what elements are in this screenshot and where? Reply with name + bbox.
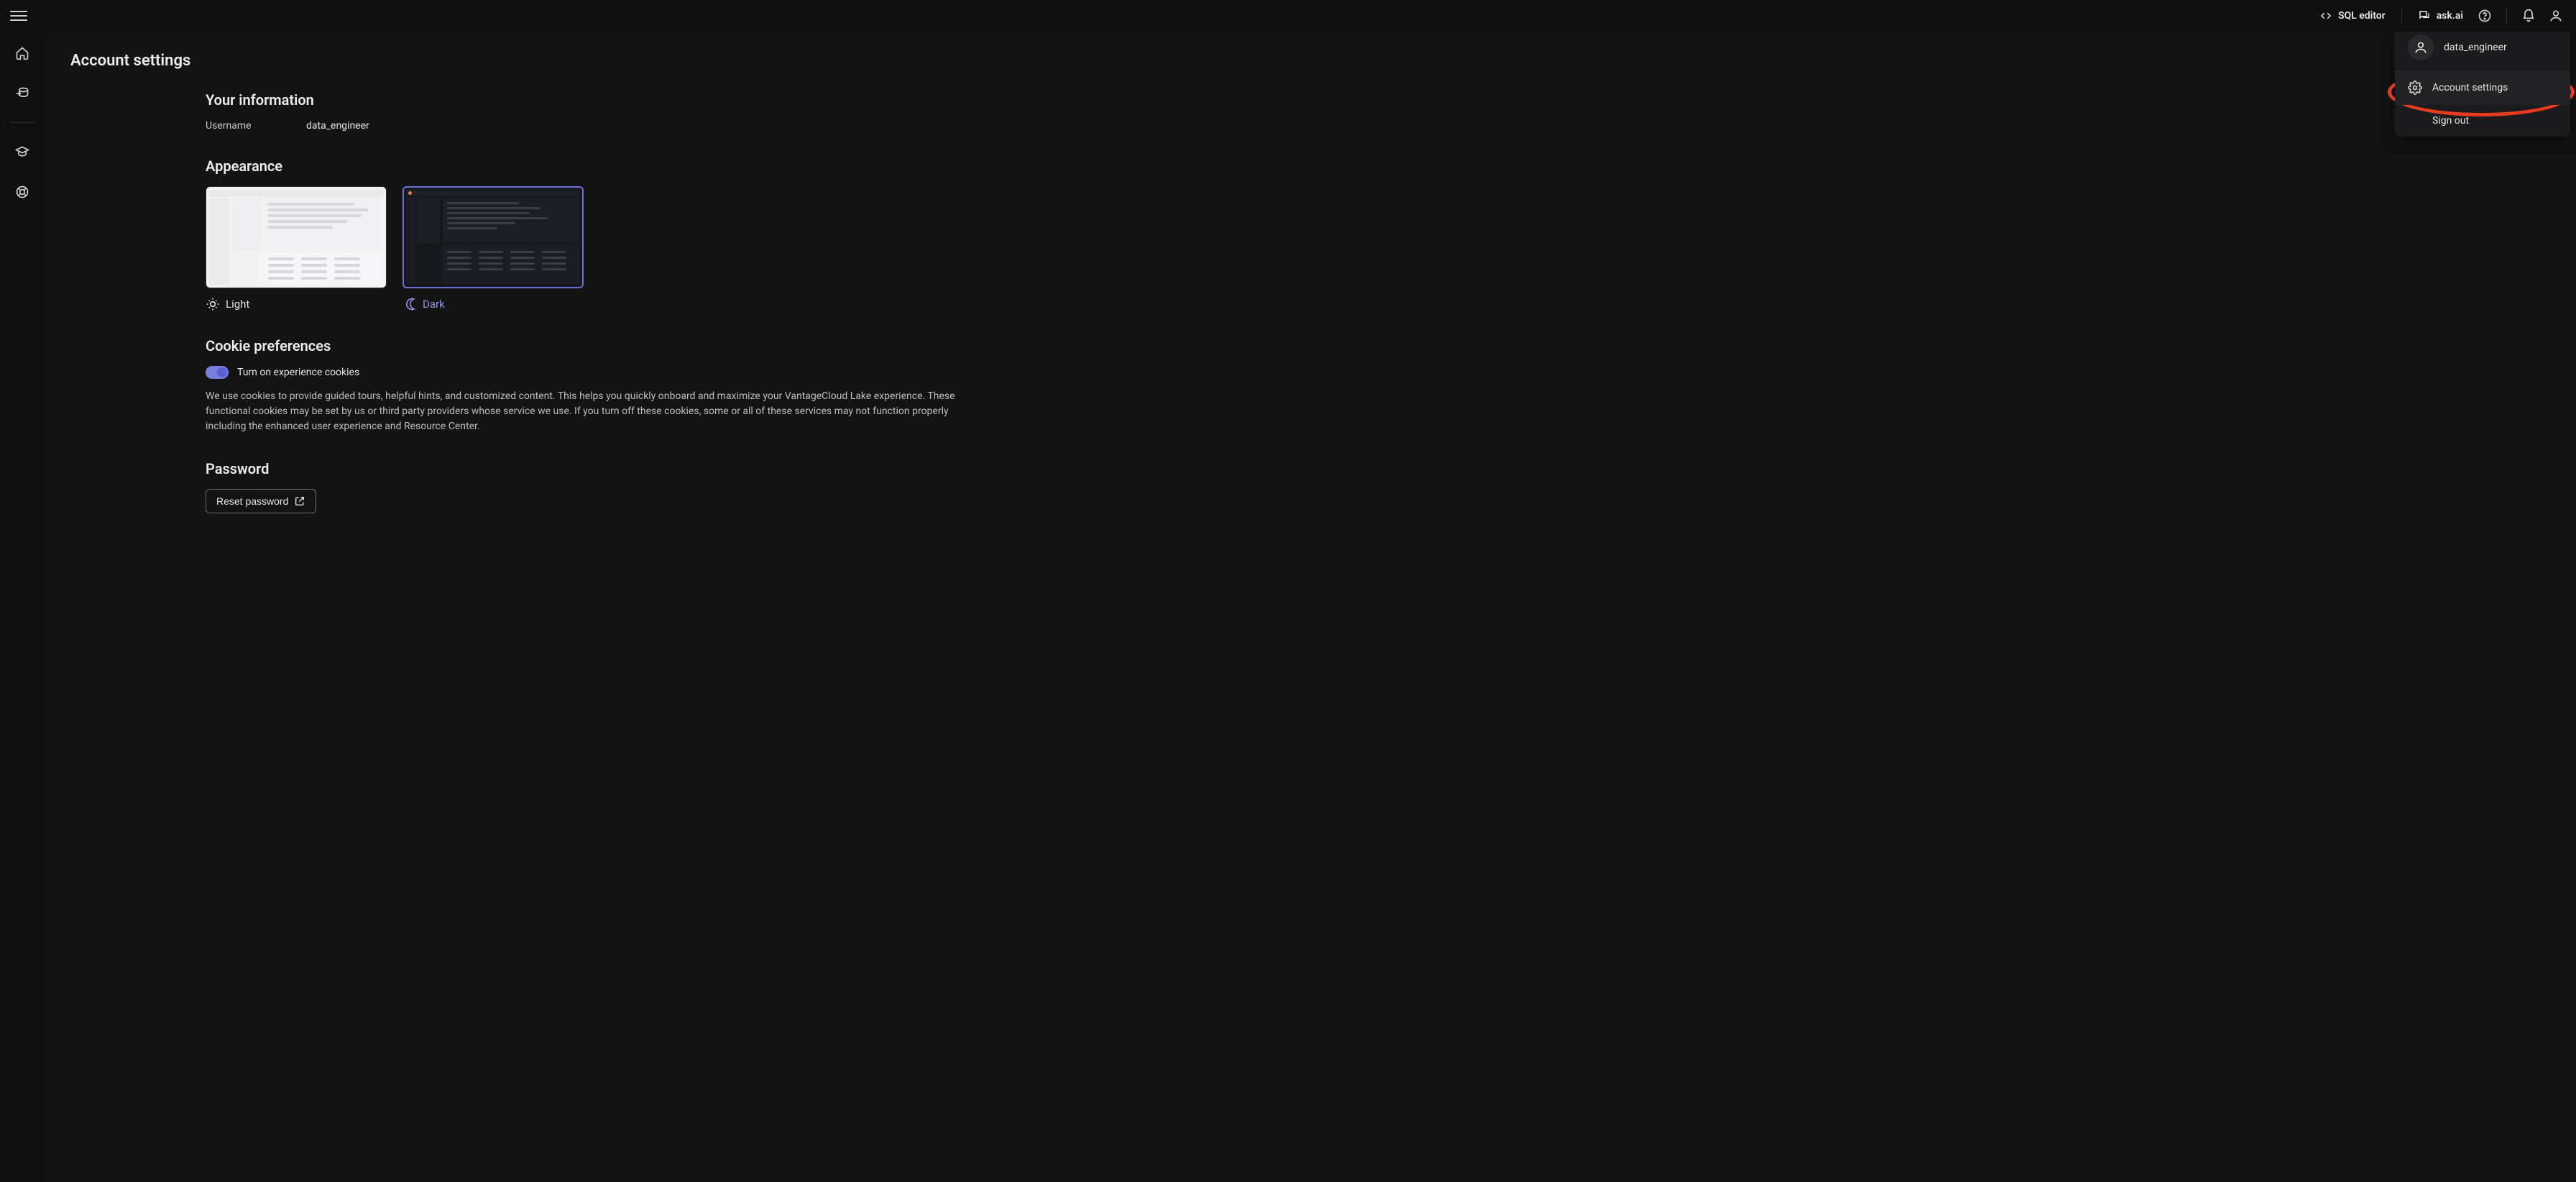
gear-icon	[2408, 81, 2422, 95]
cookie-heading: Cookie preferences	[206, 337, 996, 354]
ask-ai-label: ask.ai	[2437, 10, 2463, 22]
help-icon	[2478, 9, 2492, 23]
user-menu-header: data_engineer	[2395, 32, 2570, 70]
sidebar-item-data[interactable]	[9, 81, 35, 106]
main-content: Account settings Your information Userna…	[45, 32, 2576, 1182]
your-information-heading: Your information	[206, 91, 996, 109]
separator	[2401, 9, 2402, 23]
notifications-button[interactable]	[2518, 6, 2539, 26]
separator	[2506, 9, 2507, 23]
reset-password-label: Reset password	[216, 495, 288, 507]
user-menu: data_engineer Account settings Sign out	[2395, 32, 2570, 137]
theme-dark-label[interactable]: Dark	[402, 297, 584, 311]
user-menu-account-settings-label: Account settings	[2432, 82, 2508, 93]
theme-light-option[interactable]	[206, 186, 387, 288]
user-menu-button[interactable]	[2546, 6, 2566, 26]
theme-light-label[interactable]: Light	[206, 297, 387, 311]
help-button[interactable]	[2475, 6, 2495, 26]
top-bar: SQL editor ask.ai	[0, 0, 2576, 32]
user-menu-sign-out[interactable]: Sign out	[2395, 105, 2570, 137]
experience-cookies-label: Turn on experience cookies	[237, 367, 359, 378]
sidebar-divider	[9, 122, 35, 123]
sidebar-item-help[interactable]	[9, 179, 35, 205]
database-import-icon	[15, 86, 29, 101]
reset-password-button[interactable]: Reset password	[206, 489, 316, 513]
sidebar	[0, 32, 45, 1182]
your-information-section: Your information Username data_engineer	[206, 91, 996, 132]
username-label: Username	[206, 120, 277, 132]
sun-icon	[206, 297, 220, 311]
sidebar-item-home[interactable]	[9, 40, 35, 66]
user-menu-sign-out-label: Sign out	[2432, 115, 2469, 127]
home-icon	[15, 46, 29, 60]
username-row: Username data_engineer	[206, 120, 996, 132]
bell-icon	[2521, 9, 2536, 23]
cookie-preferences-section: Cookie preferences Turn on experience co…	[206, 337, 996, 434]
username-value: data_engineer	[306, 120, 369, 132]
light-label-text: Light	[226, 298, 249, 311]
menu-toggle-icon[interactable]	[10, 7, 27, 24]
dark-label-text: Dark	[423, 298, 445, 311]
moon-icon	[402, 297, 417, 311]
appearance-heading: Appearance	[206, 157, 996, 175]
user-menu-account-settings[interactable]: Account settings	[2395, 70, 2570, 105]
user-icon	[2549, 9, 2563, 23]
page-title: Account settings	[70, 52, 2550, 70]
lifebuoy-icon	[15, 185, 29, 199]
cookie-description: We use cookies to provide guided tours, …	[206, 389, 960, 434]
code-icon	[2319, 9, 2332, 22]
password-section: Password Reset password	[206, 460, 996, 513]
sql-editor-label: SQL editor	[2338, 10, 2386, 22]
theme-dark-option[interactable]	[402, 186, 584, 288]
ask-ai-link[interactable]: ask.ai	[2414, 6, 2467, 25]
chat-icon	[2418, 9, 2431, 22]
graduation-cap-icon	[15, 145, 29, 159]
experience-cookies-toggle[interactable]	[206, 366, 229, 379]
sidebar-item-learn[interactable]	[9, 139, 35, 165]
sql-editor-link[interactable]: SQL editor	[2315, 6, 2390, 25]
appearance-section: Appearance	[206, 157, 996, 311]
user-menu-username: data_engineer	[2444, 42, 2507, 53]
password-heading: Password	[206, 460, 996, 477]
user-avatar-icon	[2408, 35, 2434, 60]
external-link-icon	[294, 495, 305, 507]
